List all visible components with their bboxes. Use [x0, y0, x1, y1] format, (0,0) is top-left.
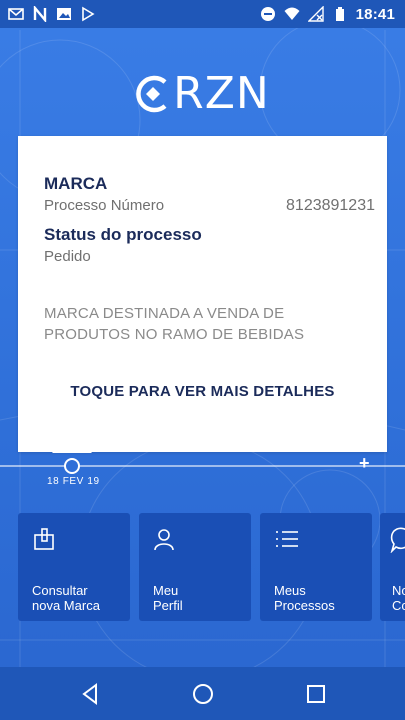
tile-label-line1: Consultar: [32, 583, 88, 598]
tile-label-line2: Processos: [274, 598, 335, 613]
tile-meus-processos[interactable]: Meus Processos: [260, 513, 372, 621]
tile-label-line1: Meu: [153, 583, 179, 598]
gmail-icon: [8, 8, 24, 20]
process-card[interactable]: MARCA Processo Número 8123891231 Status …: [18, 136, 387, 452]
tile-label: No Co: [392, 583, 405, 613]
card-pointer: [52, 431, 92, 453]
document-hand-icon: [34, 528, 54, 550]
play-store-icon: [82, 6, 95, 22]
card-title: MARCA: [44, 174, 108, 193]
process-number-value: 8123891231: [286, 197, 375, 214]
timeline-add-icon[interactable]: +: [359, 453, 370, 474]
tile-label: Consultar nova Marca: [32, 583, 100, 613]
tile-label-line2: Perfil: [153, 598, 183, 613]
app-logo: RZN: [0, 66, 405, 128]
image-icon: [57, 8, 71, 20]
timeline-node[interactable]: [64, 458, 80, 474]
tile-label-line2: Co: [392, 598, 405, 613]
back-icon[interactable]: [78, 681, 104, 707]
no-signal-icon: [307, 6, 324, 22]
recents-icon[interactable]: [303, 681, 329, 707]
status-time: 18:41: [355, 5, 395, 23]
tile-meu-perfil[interactable]: Meu Perfil: [139, 513, 251, 621]
tile-label-line1: Meus: [274, 583, 306, 598]
tile-label: Meu Perfil: [153, 583, 183, 613]
person-icon: [154, 529, 174, 551]
home-icon[interactable]: [190, 681, 216, 707]
status-bar: 18:41: [0, 0, 405, 28]
tile-partial-fourth[interactable]: No Co: [380, 513, 405, 621]
list-icon: [276, 531, 298, 547]
tile-label-line1: No: [392, 583, 405, 598]
tile-label: Meus Processos: [274, 583, 335, 613]
view-details-link[interactable]: TOQUE PARA VER MAIS DETALHES: [18, 383, 387, 400]
battery-icon: [335, 7, 344, 21]
timeline-date: 18 FEV 19: [47, 476, 100, 487]
process-description: MARCA DESTINADA A VENDA DE PRODUTOS NO R…: [44, 305, 305, 343]
status-value: Pedido: [44, 248, 91, 265]
status-title: Status do processo: [44, 225, 202, 244]
logo-text: RZN: [173, 68, 270, 119]
chat-icon: [390, 527, 405, 553]
wifi-icon: [284, 7, 300, 20]
process-number-label: Processo Número: [44, 197, 165, 214]
logo-c-mark-icon: [136, 75, 167, 113]
timeline-line: [0, 465, 405, 467]
android-nav-bar: [0, 667, 405, 720]
n-app-icon: [33, 6, 47, 22]
tile-label-line2: nova Marca: [32, 598, 100, 613]
tile-consultar-nova-marca[interactable]: Consultar nova Marca: [18, 513, 130, 621]
do-not-disturb-icon: [260, 7, 275, 21]
